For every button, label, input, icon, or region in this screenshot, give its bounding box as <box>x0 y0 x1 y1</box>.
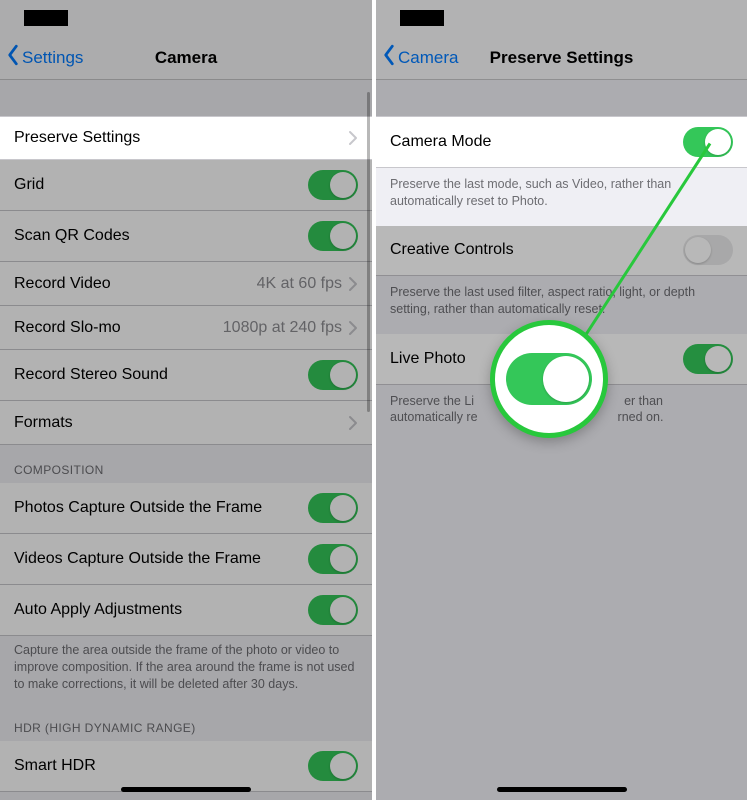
row-auto-apply[interactable]: Auto Apply Adjustments <box>0 585 372 636</box>
row-label: Record Video <box>14 275 111 293</box>
row-stereo-sound[interactable]: Record Stereo Sound <box>0 350 372 401</box>
nav-bar: Settings Camera <box>0 36 372 80</box>
back-label: Camera <box>398 48 458 68</box>
row-label: Formats <box>14 414 73 432</box>
row-record-slomo[interactable]: Record Slo-mo 1080p at 240 fps <box>0 306 372 350</box>
row-label: Auto Apply Adjustments <box>14 601 182 619</box>
scroll-indicator <box>367 92 370 412</box>
toggle-smart-hdr[interactable] <box>308 751 358 781</box>
toggle-grid[interactable] <box>308 170 358 200</box>
row-label: Record Stereo Sound <box>14 366 168 384</box>
row-label: Creative Controls <box>390 241 514 259</box>
row-videos-outside[interactable]: Videos Capture Outside the Frame <box>0 534 372 585</box>
row-camera-mode-highlight[interactable]: Camera Mode <box>376 116 747 168</box>
composition-note: Capture the area outside the frame of th… <box>0 636 372 703</box>
status-redaction <box>400 10 444 26</box>
chevron-right-icon <box>348 415 358 431</box>
toggle-qr[interactable] <box>308 221 358 251</box>
section-header-hdr: HDR (High Dynamic Range) <box>0 703 372 741</box>
home-indicator <box>121 787 251 792</box>
row-label: Videos Capture Outside the Frame <box>14 550 261 568</box>
highlight-preserve-settings: Preserve Settings <box>0 116 372 160</box>
toggle-stereo[interactable] <box>308 360 358 390</box>
back-button[interactable]: Settings <box>6 44 83 71</box>
row-photos-outside[interactable]: Photos Capture Outside the Frame <box>0 483 372 534</box>
section-header-composition: Composition <box>0 445 372 483</box>
row-formats[interactable]: Formats <box>0 401 372 445</box>
chevron-right-icon <box>348 276 358 292</box>
phone-camera-settings: Settings Camera Preserve Settings Grid S… <box>0 0 372 800</box>
row-label: Preserve Settings <box>14 129 140 147</box>
row-label: Photos Capture Outside the Frame <box>14 499 262 517</box>
row-scan-qr[interactable]: Scan QR Codes <box>0 211 372 262</box>
toggle-videos-outside[interactable] <box>308 544 358 574</box>
back-button[interactable]: Camera <box>382 44 458 71</box>
row-value: 4K at 60 fps <box>257 275 342 293</box>
row-label: Smart HDR <box>14 757 96 775</box>
hdr-note: Smart HDR intelligently blends the best … <box>0 792 372 800</box>
toggle-creative-controls[interactable] <box>683 235 733 265</box>
status-bar <box>376 0 747 36</box>
annotation-zoom-bubble <box>490 320 608 438</box>
row-creative-controls[interactable]: Creative Controls <box>376 225 747 276</box>
toggle-auto-apply[interactable] <box>308 595 358 625</box>
row-preserve-settings-highlight[interactable]: Preserve Settings <box>0 116 372 160</box>
chevron-right-icon <box>348 130 358 146</box>
home-indicator <box>497 787 627 792</box>
row-label: Camera Mode <box>390 133 491 151</box>
toggle-zoom-icon <box>506 353 592 405</box>
nav-bar: Camera Preserve Settings <box>376 36 747 80</box>
chevron-right-icon <box>348 320 358 336</box>
chevron-left-icon <box>6 44 20 71</box>
row-record-video[interactable]: Record Video 4K at 60 fps <box>0 262 372 306</box>
row-grid[interactable]: Grid <box>0 160 372 211</box>
row-label: Scan QR Codes <box>14 227 130 245</box>
status-bar <box>0 0 372 36</box>
row-smart-hdr[interactable]: Smart HDR <box>0 741 372 792</box>
row-label: Grid <box>14 176 44 194</box>
row-label: Record Slo-mo <box>14 319 121 337</box>
camera-mode-desc-highlight: Preserve the last mode, such as Video, r… <box>376 168 747 226</box>
toggle-live-photo[interactable] <box>683 344 733 374</box>
row-label: Live Photo <box>390 350 466 368</box>
toggle-photos-outside[interactable] <box>308 493 358 523</box>
status-redaction <box>24 10 68 26</box>
row-value: 1080p at 240 fps <box>223 319 342 337</box>
back-label: Settings <box>22 48 83 68</box>
chevron-left-icon <box>382 44 396 71</box>
